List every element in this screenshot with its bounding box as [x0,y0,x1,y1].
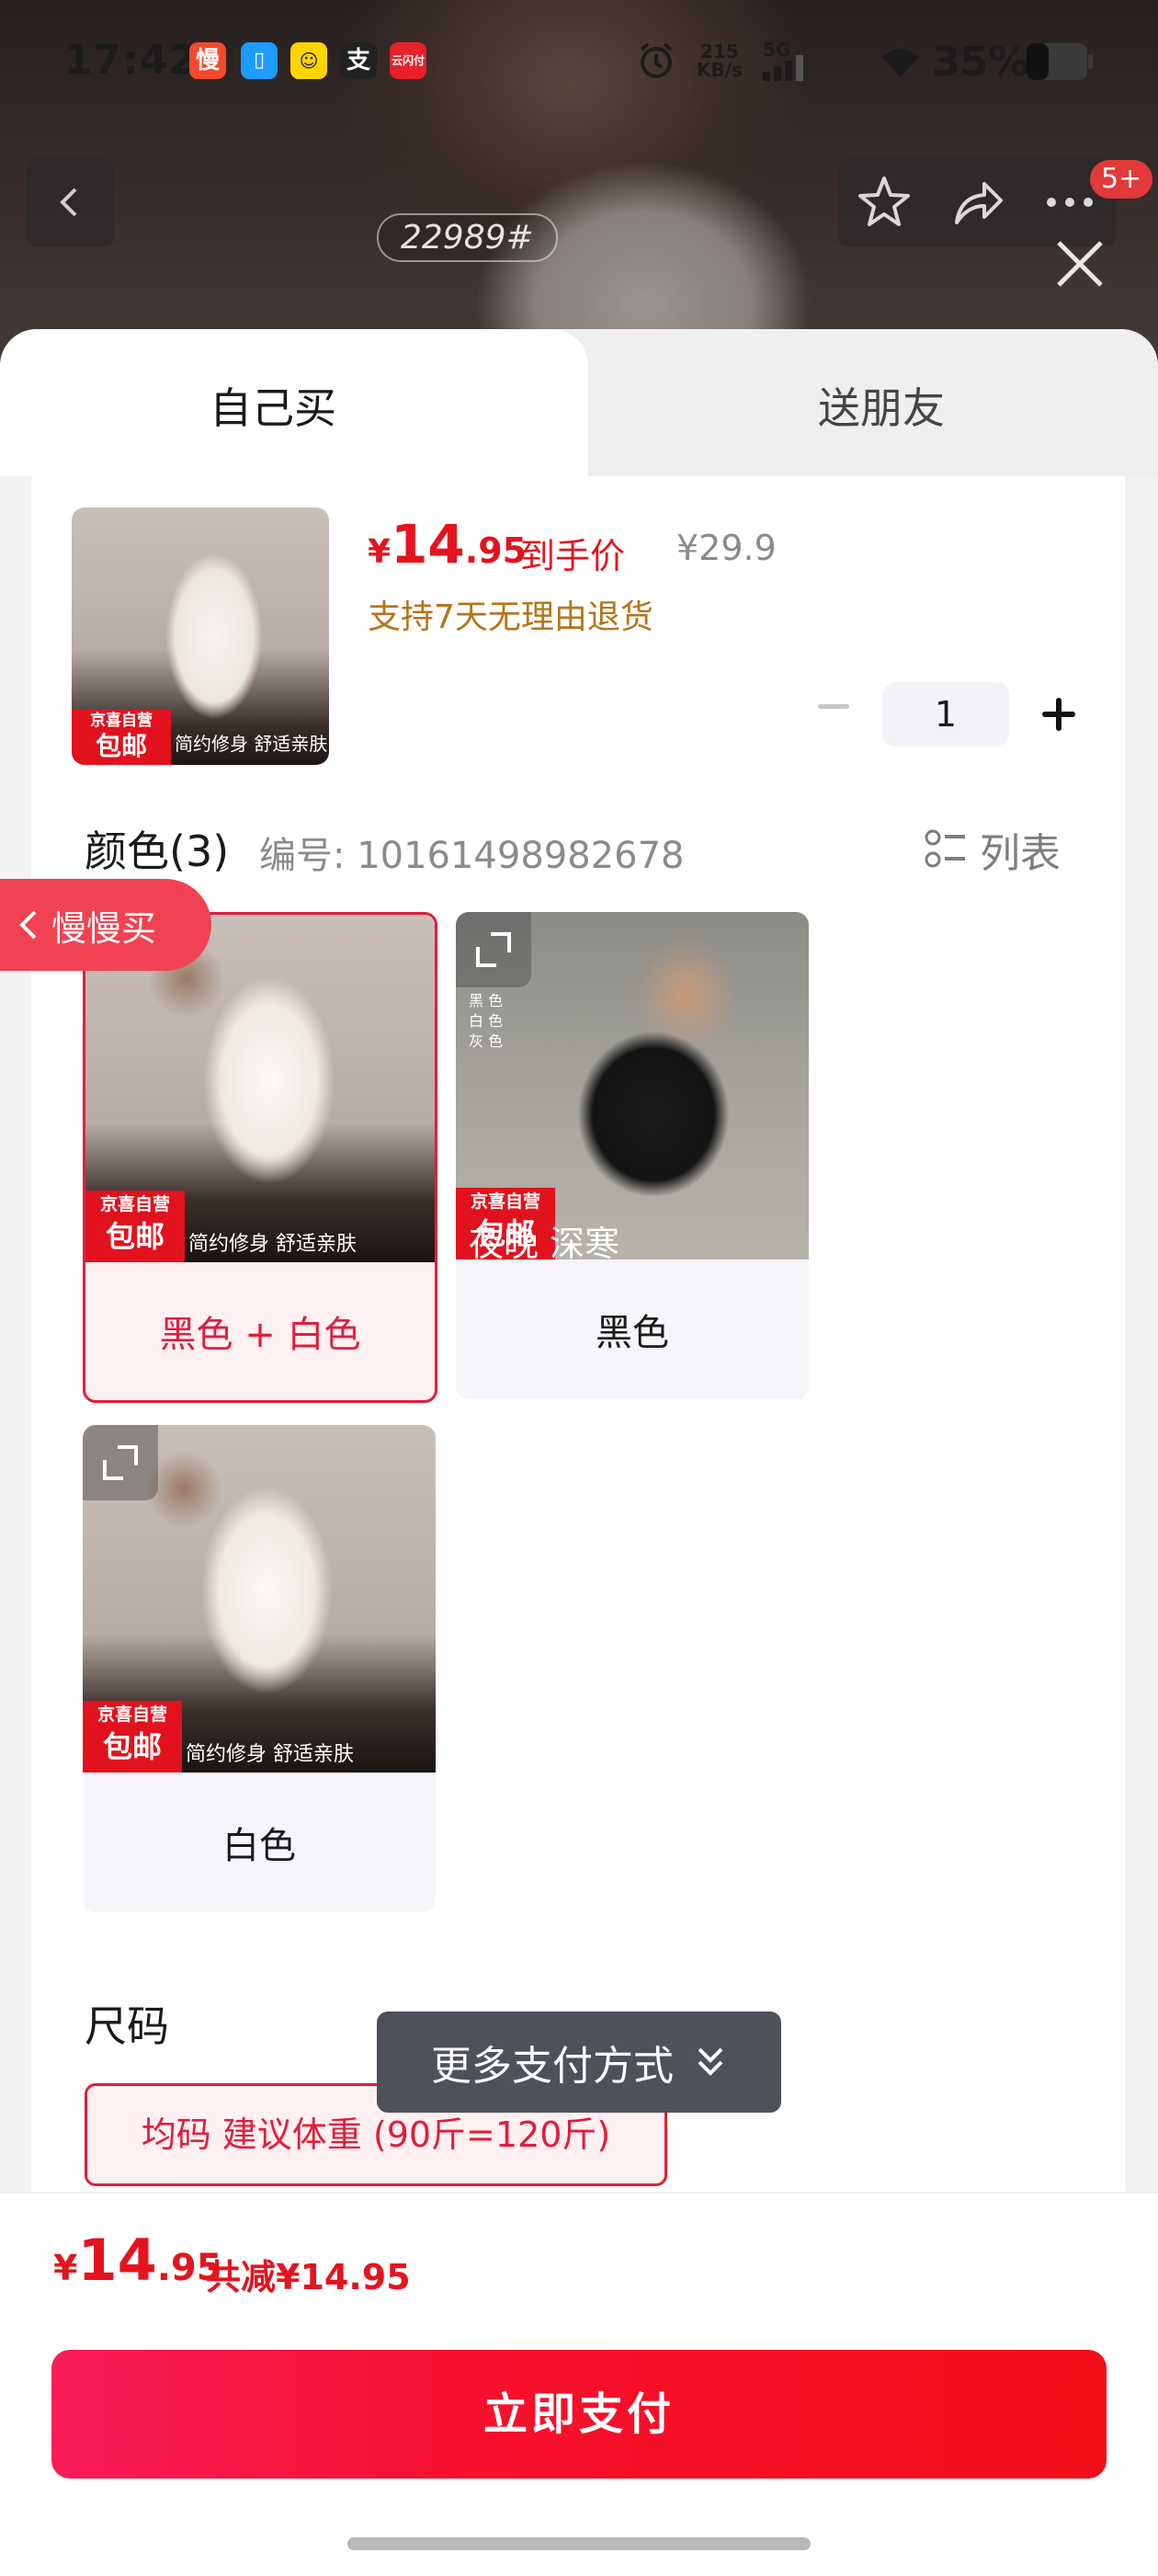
quantity-decrease-button[interactable] [818,704,849,709]
share-icon[interactable] [948,173,1006,232]
app-icon-unionpay: 云闪付 [390,42,426,79]
plus-icon [1056,698,1062,731]
list-icon [925,829,965,868]
quantity-input[interactable]: 1 [882,682,1009,747]
battery-percent: 35% [932,39,1029,85]
expand-icon[interactable] [456,912,531,987]
pay-now-button[interactable]: 立即支付 [51,2350,1107,2479]
net-speed: 215 KB/s [697,40,743,81]
color-option-label: 白色 [222,1825,296,1867]
image-caption: 夜晚 深寒 [469,1224,620,1264]
image-caption: 简约修身 舒适亲肤 [188,1233,357,1256]
double-chevron-down-icon [698,2047,723,2076]
total-price: ¥14.95 [53,2227,222,2294]
total-discount: 共减¥14.95 [206,2257,411,2297]
slow-buy-label: 慢慢买 [51,907,157,949]
jingxi-badge: 京喜自营 包邮 [72,710,171,765]
color-section-title: 颜色(3) [85,826,230,876]
chevron-left-icon [60,188,77,217]
product-code: 编号: 10161498982678 [259,835,685,877]
alarm-icon [636,40,676,81]
more-payment-label: 更多支付方式 [431,2043,674,2090]
header-actions [838,158,1116,246]
original-price: ¥29.9 [676,528,777,568]
back-button[interactable] [26,158,114,246]
home-indicator[interactable] [347,2537,811,2550]
app-icon-man: 慢 [189,42,226,79]
status-time: 17:42 [64,37,199,84]
product-thumbnail[interactable]: 京喜自营 包邮 简约修身 舒适亲肤 [72,507,329,765]
size-section-title: 尺码 [85,2001,169,2051]
chevron-left-icon [19,910,37,940]
thumbnail-caption: 简约修身 舒适亲肤 [175,733,328,755]
expand-icon[interactable] [83,1425,158,1500]
image-caption: 简约修身 舒适亲肤 [186,1743,354,1766]
app-icon-mascot: ☺ [290,42,327,79]
tab-gift-friend-label: 送朋友 [818,383,945,433]
product-tag: 22989# [377,213,558,262]
final-price-label: 到手价 [520,536,626,576]
final-price: ¥14.95 [368,513,528,576]
jingxi-badge: 京喜自营 包邮 [83,1701,182,1772]
color-option-black[interactable]: 黑 色 白 色 灰 色 京喜自营 包邮 夜晚 深寒 黑色 [456,912,809,1399]
battery-icon [1026,42,1094,81]
app-icon-phone: ▯ [241,42,278,79]
return-policy: 支持7天无理由退货 [368,598,653,636]
star-icon[interactable] [855,173,914,232]
jingxi-badge: 京喜自营 包邮 [85,1191,185,1262]
tab-self-buy-label: 自己买 [210,383,336,433]
list-view-label: 列表 [980,830,1061,877]
list-view-toggle[interactable]: 列表 [925,820,1061,879]
notification-badge: 5+ [1090,160,1153,199]
app-icon-alipay: 支 [340,42,377,79]
close-icon[interactable] [1051,235,1108,292]
color-option-label: 黑色 + 白色 [159,1314,361,1356]
color-option-label: 黑色 [596,1312,669,1354]
color-option-white[interactable]: 京喜自营 包邮 简约修身 舒适亲肤 白色 [83,1425,436,1912]
more-payment-methods-button[interactable]: 更多支付方式 [377,2012,781,2113]
signal-icon [763,55,827,81]
color-legend: 黑 色 白 色 灰 色 [469,992,504,1050]
color-option-black-white[interactable]: 京喜自营 包邮 简约修身 舒适亲肤 黑色 + 白色 [83,912,437,1403]
wifi-icon [878,44,924,81]
tab-self-buy[interactable]: 自己买 [0,329,588,476]
slow-buy-floating-button[interactable]: 慢慢买 [0,879,211,971]
tab-gift-friend[interactable]: 送朋友 [551,329,1158,476]
